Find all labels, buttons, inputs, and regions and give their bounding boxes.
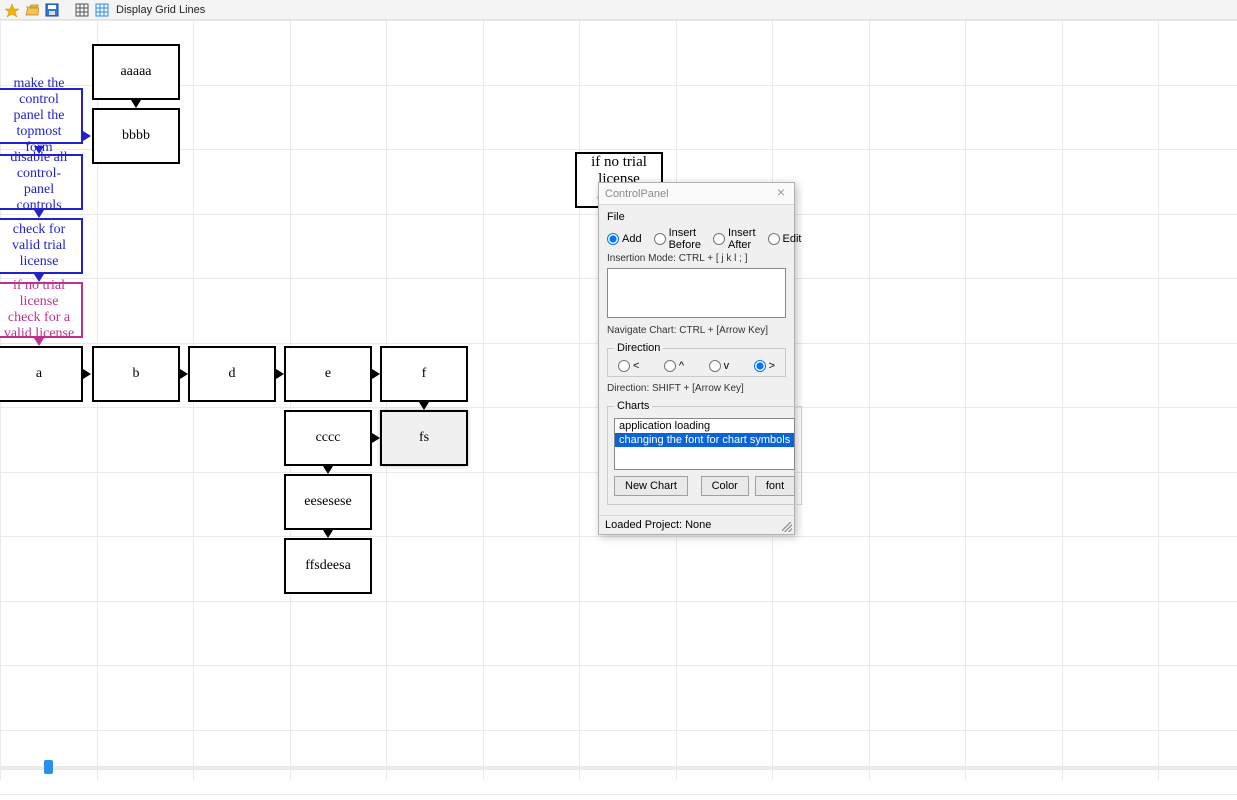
mode-insert-before[interactable]: Insert Before <box>654 227 701 251</box>
arrow-down-icon <box>34 274 44 282</box>
direction-legend: Direction <box>614 342 663 354</box>
node-f[interactable]: f <box>380 346 468 402</box>
direction-fieldset: Direction < ^ v > <box>607 342 786 377</box>
charts-fieldset: Charts application loading changing the … <box>607 400 802 505</box>
arrow-right-icon <box>372 433 380 443</box>
grid-line <box>0 601 1237 602</box>
arrow-right-icon <box>180 369 188 379</box>
display-grid-label[interactable]: Display Grid Lines <box>116 4 205 16</box>
node-eesesese[interactable]: eesesese <box>284 474 372 530</box>
arrow-right-icon <box>83 369 91 379</box>
mode-radio-row: Add Insert Before Insert After Edit <box>607 227 786 251</box>
save-icon[interactable] <box>44 2 60 18</box>
mode-insert-after-radio[interactable] <box>713 233 725 245</box>
mode-add-radio[interactable] <box>607 233 619 245</box>
menu-file[interactable]: File <box>607 211 786 223</box>
node-e[interactable]: e <box>284 346 372 402</box>
grid-line <box>0 149 1237 150</box>
mode-insert-before-radio[interactable] <box>654 233 666 245</box>
arrow-right-icon <box>372 369 380 379</box>
grid-line <box>579 20 580 780</box>
open-icon[interactable] <box>24 2 40 18</box>
close-icon[interactable]: × <box>772 185 790 201</box>
node-text-input[interactable] <box>607 268 786 318</box>
node-b[interactable]: b <box>92 346 180 402</box>
arrow-down-icon <box>323 530 333 538</box>
arrow-down-icon <box>131 100 141 108</box>
node-cccc[interactable]: cccc <box>284 410 372 466</box>
arrow-right-icon <box>83 131 91 141</box>
dir-down[interactable]: v <box>709 360 730 372</box>
chart-item[interactable]: application loading <box>615 419 794 433</box>
charts-legend: Charts <box>614 400 652 412</box>
arrow-down-icon <box>34 338 44 346</box>
node-ffsdeesa[interactable]: ffsdeesa <box>284 538 372 594</box>
grid-on-icon[interactable] <box>94 2 110 18</box>
node-disable[interactable]: disable all control-panel controls <box>0 154 83 210</box>
arrow-down-icon <box>419 402 429 410</box>
grid-line <box>0 794 1237 795</box>
hint-insertion-mode: Insertion Mode: CTRL + [ j k l ; ] <box>607 253 786 264</box>
zoom-slider-thumb[interactable] <box>44 760 53 774</box>
grid-line <box>0 665 1237 666</box>
toolbar: Display Grid Lines <box>0 0 1237 20</box>
arrow-right-icon <box>276 369 284 379</box>
hint-direction: Direction: SHIFT + [Arrow Key] <box>607 383 786 394</box>
mode-edit[interactable]: Edit <box>768 233 802 245</box>
chart-item[interactable]: changing the font for chart symbols <box>615 433 794 447</box>
grid-line <box>0 85 1237 86</box>
arrow-down-icon <box>34 210 44 218</box>
node-bbbb[interactable]: bbbb <box>92 108 180 164</box>
dir-up-radio[interactable] <box>664 360 676 372</box>
hint-navigate: Navigate Chart: CTRL + [Arrow Key] <box>607 325 786 336</box>
color-button[interactable]: Color <box>701 476 749 496</box>
grid-line <box>0 20 1237 21</box>
node-fs[interactable]: fs <box>380 410 468 466</box>
dialog-title-label: ControlPanel <box>605 188 669 200</box>
grid-line <box>1158 20 1159 780</box>
grid-line <box>965 20 966 780</box>
grid-off-icon[interactable] <box>74 2 90 18</box>
mode-add[interactable]: Add <box>607 233 642 245</box>
control-panel-dialog[interactable]: ControlPanel × File Add Insert Before In… <box>598 182 795 535</box>
charts-listbox[interactable]: application loading changing the font fo… <box>614 418 795 470</box>
font-button[interactable]: font <box>755 476 795 496</box>
new-chart-button[interactable]: New Chart <box>614 476 688 496</box>
dir-left-radio[interactable] <box>618 360 630 372</box>
dialog-titlebar[interactable]: ControlPanel × <box>599 183 794 205</box>
mode-insert-after[interactable]: Insert After <box>713 227 756 251</box>
node-topmost[interactable]: make the control panel the topmost form <box>0 88 83 144</box>
node-if-no-trial-pink[interactable]: if no trial license check for a valid li… <box>0 282 83 338</box>
dir-up[interactable]: ^ <box>664 360 684 372</box>
dir-down-radio[interactable] <box>709 360 721 372</box>
grid-line <box>0 536 1237 537</box>
grid-line <box>1062 20 1063 780</box>
status-bar: Loaded Project: None <box>599 515 794 534</box>
node-aaaaa[interactable]: aaaaa <box>92 44 180 100</box>
dir-right-radio[interactable] <box>754 360 766 372</box>
grid-line <box>483 20 484 780</box>
node-a[interactable]: a <box>0 346 83 402</box>
node-d[interactable]: d <box>188 346 276 402</box>
arrow-down-icon <box>34 146 44 154</box>
dialog-body: File Add Insert Before Insert After Edit… <box>599 205 794 515</box>
dir-left[interactable]: < <box>618 360 639 372</box>
zoom-slider-track[interactable] <box>0 766 1237 770</box>
resize-grip[interactable] <box>782 522 792 532</box>
grid-line <box>0 730 1237 731</box>
mode-edit-radio[interactable] <box>768 233 780 245</box>
arrow-down-icon <box>323 466 333 474</box>
dir-right[interactable]: > <box>754 360 775 372</box>
new-icon[interactable] <box>4 2 20 18</box>
node-check-trial[interactable]: check for valid trial license <box>0 218 83 274</box>
grid-line <box>869 20 870 780</box>
